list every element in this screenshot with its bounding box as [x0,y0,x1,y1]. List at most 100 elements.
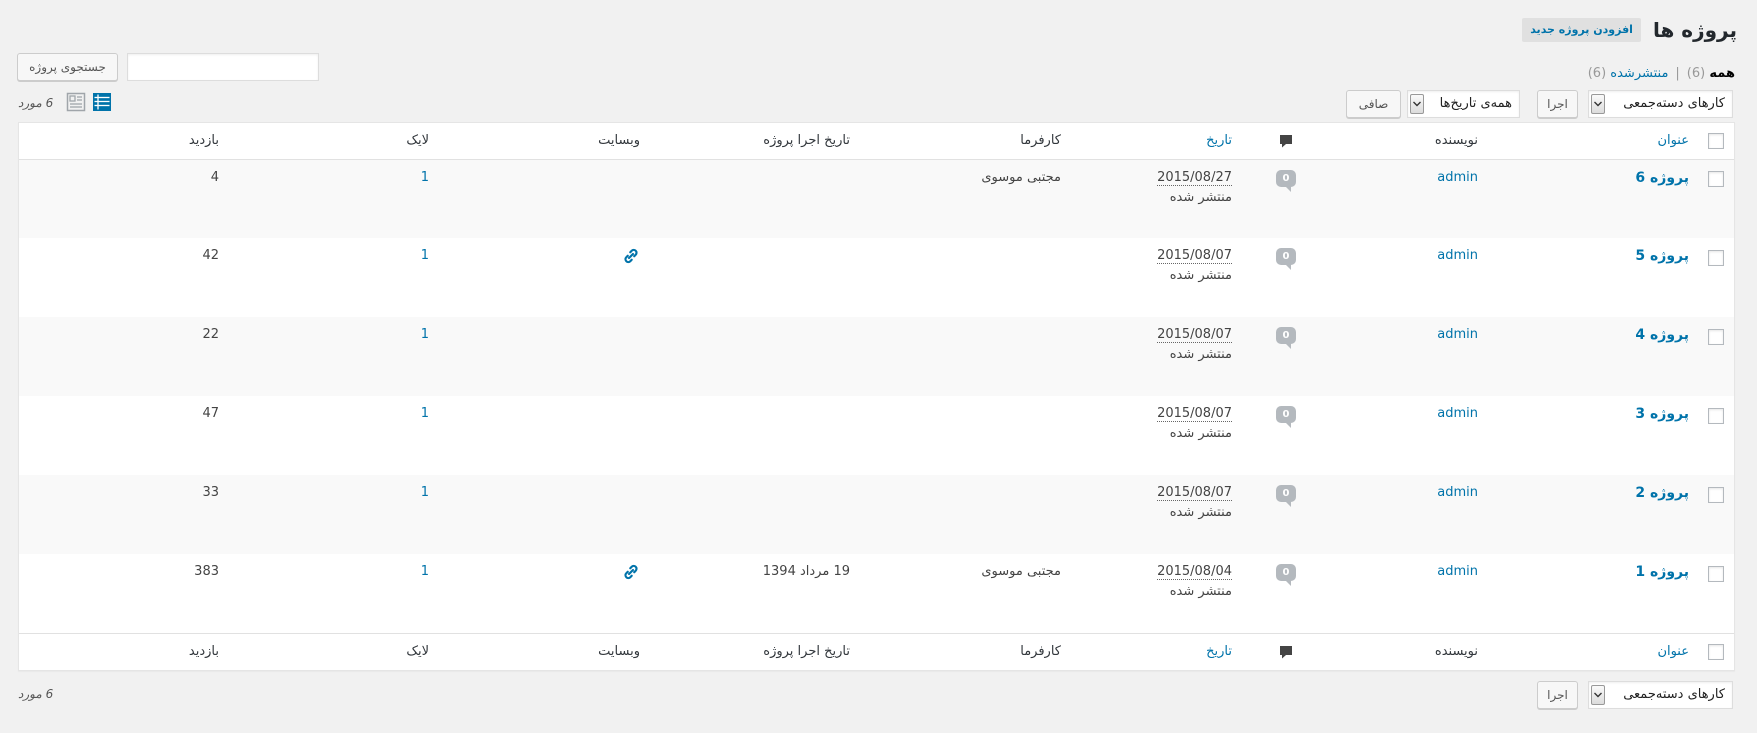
comments-column-header [1242,123,1330,160]
post-status: منتشر شده [1169,505,1232,520]
client-cell: مجتبی موسوی [860,159,1071,238]
row-checkbox[interactable] [1707,328,1724,345]
date-sort-link[interactable]: تاریخ [1206,644,1232,659]
title-sort-link[interactable]: عنوان [1657,644,1689,659]
project-title-link[interactable]: پروژه 1 [1635,564,1689,580]
filter-published[interactable]: منتشرشده (6) [1588,64,1669,84]
likes-count[interactable]: 1 [421,170,429,185]
row-checkbox[interactable] [1707,249,1724,266]
chevron-down-icon [1591,685,1605,705]
publish-date: 2015/08/07 [1157,406,1232,422]
website-cell [439,396,650,475]
date-column-footer[interactable]: تاریخ [1071,632,1242,670]
filter-all-label[interactable]: همه [1709,66,1735,81]
bulk-apply-button-bottom[interactable]: اجرا [1537,681,1578,709]
row-select-cell [1697,475,1734,554]
title-cell: پروژه 5 [1488,238,1697,317]
client-cell [860,317,1071,396]
row-checkbox[interactable] [1707,565,1724,582]
author-cell: admin [1330,396,1488,475]
filter-published-label[interactable]: منتشرشده [1610,66,1668,81]
excerpt-view-icon[interactable] [66,92,86,112]
author-link[interactable]: admin [1437,248,1478,263]
execution-date-cell [650,317,860,396]
post-status: منتشر شده [1169,268,1232,283]
row-select-cell [1697,554,1734,633]
execution-date-column-header: تاریخ اجرا پروژه [650,123,860,160]
views-column-footer: بازدید [19,632,229,670]
row-checkbox[interactable] [1707,407,1724,424]
select-all-cell [1697,123,1734,160]
select-all-checkbox[interactable] [1707,643,1724,660]
execution-date: 19 مرداد 1394 [762,564,850,579]
list-view-icon[interactable] [92,92,112,112]
author-link[interactable]: admin [1437,406,1478,421]
project-title-link[interactable]: پروژه 3 [1635,406,1689,422]
date-sort-link[interactable]: تاریخ [1206,133,1232,148]
views-cell: 383 [19,554,229,633]
post-status: منتشر شده [1169,584,1232,599]
author-column-header: نویسنده [1330,123,1488,160]
likes-count[interactable]: 1 [421,327,429,342]
bulk-actions-select-bottom[interactable]: کارهای دسته‌جمعی [1588,681,1733,709]
row-select-cell [1697,317,1734,396]
link-icon[interactable] [622,247,640,265]
title-column-header[interactable]: عنوان [1488,123,1697,160]
comment-count-bubble[interactable]: 0 [1276,485,1296,507]
bulk-actions-value: کارهای دسته‌جمعی [1623,687,1725,702]
date-cell: 2015/08/04 منتشر شده [1071,554,1242,633]
search-button[interactable]: جستجوی پروژه [17,53,118,81]
comment-count-bubble[interactable]: 0 [1276,327,1296,349]
author-link[interactable]: admin [1437,564,1478,579]
comment-count-bubble[interactable]: 0 [1276,564,1296,586]
filter-all[interactable]: همه (6) [1687,64,1735,84]
project-title-link[interactable]: پروژه 2 [1635,485,1689,501]
select-all-checkbox[interactable] [1707,132,1724,149]
bulk-actions-select[interactable]: کارهای دسته‌جمعی [1588,90,1733,118]
title-sort-link[interactable]: عنوان [1657,133,1689,148]
views-column-header: بازدید [19,123,229,160]
project-title-link[interactable]: پروژه 6 [1635,170,1689,186]
comments-cell: 0 [1242,475,1330,554]
client-name: مجتبی موسوی [981,169,1061,185]
comment-count-bubble[interactable]: 0 [1276,406,1296,428]
link-icon[interactable] [622,563,640,581]
likes-count[interactable]: 1 [421,406,429,421]
table-row: پروژه 2 admin 0 2015/08/07 منتشر شده 1 33 [19,475,1734,554]
author-cell: admin [1330,317,1488,396]
client-column-footer: کارفرما [860,632,1071,670]
comment-count-bubble[interactable]: 0 [1276,248,1296,270]
author-link[interactable]: admin [1437,327,1478,342]
title-column-footer[interactable]: عنوان [1488,632,1697,670]
execution-date-cell [650,238,860,317]
comment-icon [1278,133,1294,149]
website-cell [439,475,650,554]
likes-count[interactable]: 1 [421,485,429,500]
author-link[interactable]: admin [1437,170,1478,185]
views-count: 42 [202,248,219,263]
search-input[interactable] [127,53,319,81]
filter-button[interactable]: صافی [1346,90,1401,118]
likes-count[interactable]: 1 [421,564,429,579]
comment-count-bubble[interactable]: 0 [1276,169,1296,192]
project-title-link[interactable]: پروژه 4 [1635,327,1689,343]
table-row: پروژه 4 admin 0 2015/08/07 منتشر شده 1 22 [19,317,1734,396]
likes-count[interactable]: 1 [421,248,429,263]
bulk-actions-value: کارهای دسته‌جمعی [1623,96,1725,111]
comments-cell: 0 [1242,159,1330,238]
client-cell [860,396,1071,475]
date-filter-select[interactable]: همه‌ی تاریخ‌ها [1407,90,1520,118]
title-cell: پروژه 4 [1488,317,1697,396]
add-new-project-button[interactable]: افزودن پروژه جدید [1522,18,1641,42]
project-title-link[interactable]: پروژه 5 [1635,248,1689,264]
bulk-apply-button[interactable]: اجرا [1537,90,1578,118]
likes-cell: 1 [229,159,439,238]
execution-date-cell [650,396,860,475]
items-count-bottom: 6 مورد [18,687,54,701]
row-checkbox[interactable] [1707,171,1724,187]
row-checkbox[interactable] [1707,486,1724,503]
website-column-footer: وبسایت [439,632,650,670]
author-link[interactable]: admin [1437,485,1478,500]
date-column-header[interactable]: تاریخ [1071,123,1242,160]
post-status: منتشر شده [1169,189,1232,205]
